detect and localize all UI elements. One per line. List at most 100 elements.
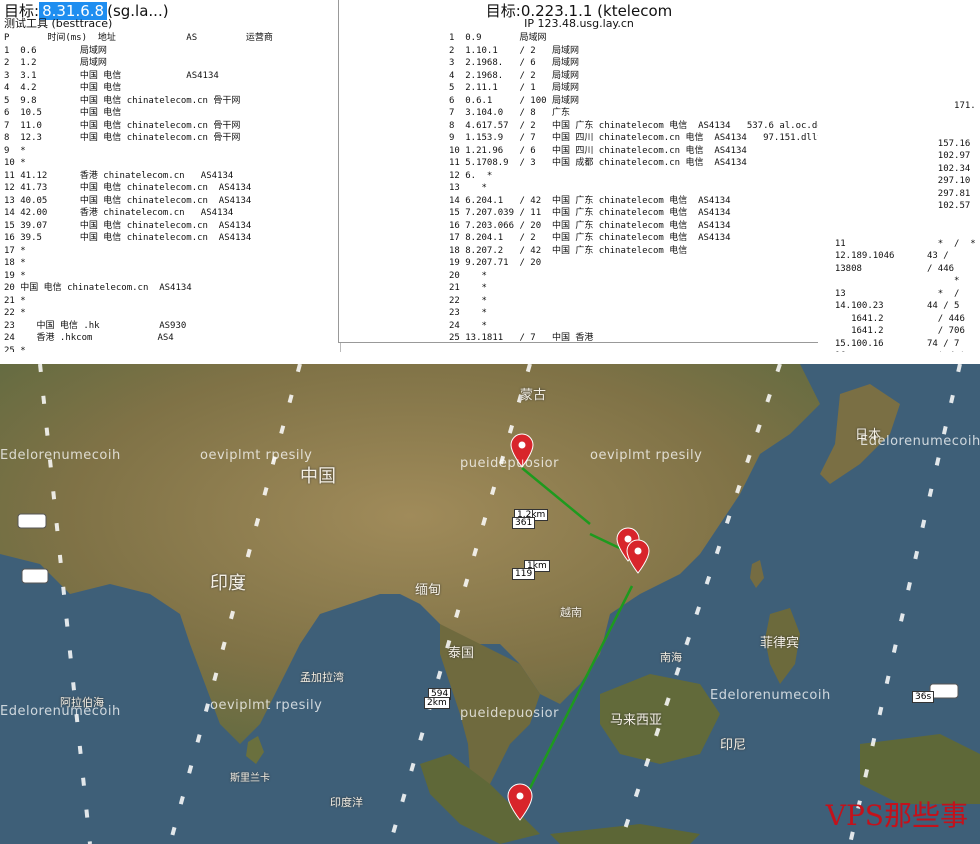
trace-row: 297.81 (824, 188, 971, 199)
trace-row: 9 1.153.9 / 7 中国 四川 chinatelecom.cn 电信 A… (449, 133, 819, 143)
map-watermark: Edelorenumecoih (0, 704, 121, 719)
trace-row (818, 88, 980, 101)
trace-row: 10 * (4, 158, 26, 168)
map-watermark: oeviplmt rpesily (590, 448, 703, 463)
trace-row: 18 8.207.2 / 42 中国 广东 chinatelecom 电信 (449, 245, 688, 256)
trace-row: 10 1.21.96 / 6 中国 四川 chinatelecom.cn 电信 … (449, 145, 747, 156)
trace-row: 1 0.9 局域网 (449, 33, 547, 43)
trace-row: 2 1.10.1 / 2 局域网 (449, 45, 579, 56)
trace-row: 22 * (449, 295, 487, 306)
trace-row: 171. (824, 101, 976, 111)
label-thailand: 泰国 (448, 646, 475, 661)
trace-row: 4 4.2 中国 电信 (4, 83, 122, 93)
map-canvas (0, 364, 980, 844)
label-srilanka: 斯里兰卡 (230, 773, 270, 784)
label-mongolia: 蒙古 (520, 388, 547, 403)
trace-row: 157.16 (824, 138, 971, 149)
trace-row: 24 香港 .hkcom AS4 (4, 333, 174, 343)
trace-row: 8 4.617.57 / 2 中国 广东 chinatelecom 电信 AS4… (449, 120, 819, 131)
trace-row: 22 * (4, 308, 26, 318)
trace-row: 3 3.1 中国 电信 AS4134 (4, 70, 219, 81)
far-right-trace-rows: 5 171. 157.16 102.97 102.34 297.10 297.8… (818, 0, 980, 352)
trace-row: 16 39.5 中国 电信 chinatelecom.cn AS4134 (4, 233, 252, 243)
trace-row: 25 13.1811 / 7 中国 香港 (449, 333, 594, 343)
trace-row: 5 (824, 26, 980, 36)
label-indonesia: 印尼 (720, 738, 747, 753)
trace-row (818, 113, 980, 126)
distance-label: 2km (424, 697, 450, 709)
trace-row: 14 42.00 香港 chinatelecom.cn AS4134 (4, 208, 234, 218)
trace-row: 12 41.73 中国 电信 chinatelecom.cn AS4134 (4, 183, 252, 193)
trace-row: 6 0.6.1 / 100 局域网 (449, 95, 579, 106)
trace-row: 297.10 (824, 176, 971, 186)
map-watermark: oeviplmt rpesily (200, 448, 313, 463)
trace-row: 14.100.23 44 / 5 (824, 301, 960, 311)
trace-row: P 时间(ms) 地址 AS 运营商 (4, 33, 273, 43)
right-trace-panel: 目标:0.223.1.1 (ktelecom IP 123.48.usg.lay… (338, 0, 820, 343)
trace-row: 5 9.8 中国 电信 chinatelecom.cn 骨干网 (4, 95, 241, 106)
trace-row: * (824, 276, 960, 286)
trace-row: 6 10.5 中国 电信 (4, 108, 122, 118)
label-malaysia: 马来西亚 (610, 713, 663, 728)
trace-row (818, 0, 980, 13)
trace-row (818, 13, 980, 26)
trace-row: 11 41.12 香港 chinatelecom.cn AS4134 (4, 170, 234, 181)
trace-row: 21 * (449, 283, 487, 293)
trace-row: 24 * (449, 320, 487, 331)
far-right-trace-panel: 5 171. 157.16 102.97 102.34 297.10 297.8… (818, 0, 980, 352)
trace-row: 3 2.1968. / 6 局域网 (449, 58, 579, 68)
trace-row: 2 1.2 局域网 (4, 58, 107, 68)
trace-row: 14 6.204.1 / 42 中国 广东 chinatelecom 电信 AS… (449, 195, 731, 206)
map-watermark: pueidepuosior (460, 706, 559, 721)
trace-row: 25 * (4, 345, 26, 353)
trace-row: 20 中国 电信 chinatelecom.cn AS4134 (4, 283, 192, 293)
map-watermark: pueidepuosior (460, 456, 559, 471)
trace-row: 4 2.1968. / 2 局域网 (449, 70, 579, 81)
trace-row (818, 38, 980, 51)
trace-row: 102.57 (824, 201, 971, 211)
distance-label: 119 (512, 568, 536, 580)
map-watermark: oeviplmt rpesily (210, 698, 323, 713)
map-watermark: Edelorenumecoih (0, 448, 121, 463)
trace-row: 19 * (4, 270, 26, 281)
map-watermark: Edelorenumecoih (710, 688, 831, 703)
label-vietnam: 越南 (560, 606, 582, 619)
right-trace-rows: 1 0.9 局域网 2 1.10.1 / 2 局域网 3 2.1968. / 6 局… (339, 32, 819, 342)
trace-row (818, 125, 980, 138)
trace-row: 23 * (449, 308, 487, 318)
left-trace-panel: 目标: 8.31.6.8 (sg.la...) 测试工具 (besttrace) P… (0, 0, 341, 352)
trace-row: 8 12.3 中国 电信 chinatelecom.cn 骨干网 (4, 133, 241, 143)
trace-row: 17 8.204.1 / 2 中国 广东 chinatelecom 电信 AS4… (449, 233, 731, 243)
trace-row: 1641.2 / 446 (824, 313, 965, 324)
trace-row (818, 75, 980, 88)
trace-row: 12 6. * (449, 170, 493, 181)
trace-row: 21 * (4, 295, 26, 306)
trace-row: 5 2.11.1 / 1 局域网 (449, 83, 579, 93)
trace-row: 13 * / (824, 288, 960, 299)
trace-row (818, 63, 980, 76)
trace-row: 7 11.0 中国 电信 chinatelecom.cn 骨干网 (4, 120, 241, 131)
trace-row (818, 213, 980, 226)
distance-label: 361 (512, 517, 536, 529)
trace-row: 19 9.207.71 / 20 (449, 258, 542, 268)
trace-row: 17 * (4, 245, 26, 256)
label-india: 印度 (210, 573, 246, 594)
label-bay-of-bengal: 孟加拉湾 (300, 671, 344, 684)
route-map[interactable]: 中国 印度 缅甸 泰国 日本 菲律宾 马来西亚 印尼 斯里兰卡 印度洋 南海 阿… (0, 364, 980, 844)
left-panel-subtitle: 测试工具 (besttrace) (4, 18, 113, 30)
trace-row: 7 3.104.0 / 8 广东 (449, 108, 570, 118)
trace-row: 20 * (449, 270, 487, 281)
trace-row: 12.189.1046 43 / (824, 251, 949, 261)
label-indian-ocean: 印度洋 (330, 796, 363, 809)
trace-row: 13 * (449, 183, 487, 193)
trace-row: 11 * / * (824, 238, 976, 249)
trace-row: 23 中国 电信 .hk AS930 (4, 320, 187, 331)
trace-row: 15.100.16 74 / 7 (824, 338, 960, 349)
trace-row (818, 50, 980, 63)
trace-row: 11 5.1708.9 / 3 中国 成都 chinatelecom.cn 电信… (449, 158, 747, 168)
map-watermark: Edelorenumecoih (860, 434, 980, 449)
trace-row (818, 225, 980, 238)
trace-row: 16 7.203.066 / 20 中国 广东 chinatelecom 电信 … (449, 220, 731, 231)
label-philippines: 菲律宾 (760, 636, 800, 651)
trace-row: 102.97 (824, 151, 971, 161)
